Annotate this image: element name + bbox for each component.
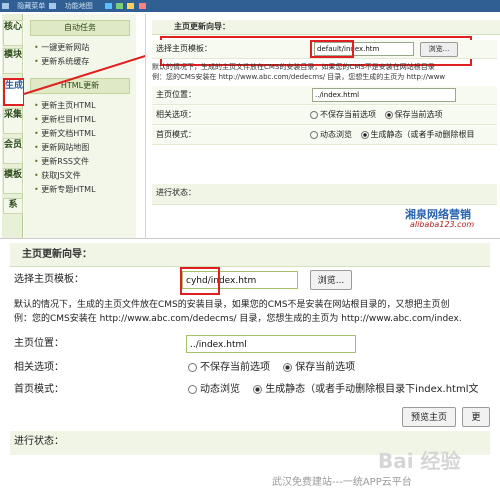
progress-label: 进行状态： [156, 188, 196, 197]
tab-member[interactable]: 会员 [3, 138, 23, 164]
menu-item-update-home[interactable]: 更新主页HTML [34, 100, 95, 111]
preview-home-button[interactable]: 预览主页 [402, 407, 456, 427]
menu-item[interactable]: 更新网站地图 [34, 142, 89, 153]
panel-title: 主页更新向导： [152, 20, 500, 35]
radio-no-save-label: 不保存当前选项 [200, 362, 270, 373]
tab-system[interactable]: 系 [3, 198, 23, 214]
hide-menu-link[interactable]: 隐藏菜单 [17, 2, 45, 10]
position-input[interactable]: ../index.html [312, 88, 456, 102]
radio-dynamic[interactable] [188, 384, 197, 394]
color-swatch-icon[interactable] [138, 3, 146, 9]
browse-button[interactable]: 浏览... [420, 42, 458, 57]
panel-title: 主页更新向导： [10, 243, 490, 267]
template-label: 选择主页模板： [156, 44, 212, 53]
radio-static[interactable] [253, 384, 263, 394]
update-home-button[interactable]: 更 [462, 407, 490, 427]
position-input[interactable]: ../index.html [186, 335, 356, 353]
radio-static-label: 生成静态（或者手动删除根目录下index.html文 [265, 384, 479, 395]
progress-label: 进行状态： [14, 436, 64, 447]
mode-label: 首页模式： [156, 130, 196, 139]
menu-item[interactable]: 更新文档HTML [34, 128, 95, 139]
menu-section-auto-task[interactable]: 自动任务 [30, 20, 130, 36]
highlight-box [310, 40, 354, 58]
radio-static[interactable] [360, 130, 369, 139]
color-swatch-icon[interactable] [104, 3, 112, 9]
vertical-tab-bar: 核心 模块 生成 采集 会员 模板 系 [2, 14, 25, 240]
baidu-watermark: Bai 经验 [378, 449, 461, 473]
options-row: 相关选项： 不保存当前选项 保存当前选项 [10, 357, 490, 379]
menu-item[interactable]: 更新专题HTML [34, 184, 95, 195]
position-label: 主页位置： [156, 90, 196, 99]
description-line: 默认的情况下，生成的主页文件放在CMS的安装目录，如果您的CMS不是安装在网站根… [152, 63, 435, 71]
tab-module[interactable]: 模块 [3, 48, 23, 74]
options-row: 相关选项： 不保存当前选项 保存当前选项 [152, 106, 497, 125]
template-row: 选择主页模板： cyhd/index.htm 浏览... [10, 269, 490, 291]
radio-save-label: 保存当前选项 [295, 362, 356, 373]
radio-save[interactable] [283, 362, 293, 372]
radio-dynamic-label: 动态浏览 [200, 384, 240, 395]
menu-item[interactable]: 获取JS文件 [34, 170, 80, 181]
radio-dynamic[interactable] [310, 130, 318, 139]
radio-no-save[interactable] [310, 110, 318, 119]
map-icon [49, 3, 57, 9]
progress-row: 进行状态： [152, 184, 497, 205]
top-toolbar: 隐藏菜单 功能地图 [0, 0, 500, 12]
mode-row: 首页模式： 动态浏览 生成静态（或者手动删除根目 [152, 126, 497, 145]
options-label: 相关选项： [14, 362, 64, 373]
radio-no-save-label: 不保存当前选项 [320, 110, 376, 119]
tab-core[interactable]: 核心 [3, 20, 23, 46]
highlight-box [180, 267, 220, 295]
position-label: 主页位置： [14, 338, 64, 349]
watermark-url: alibaba123.com [410, 220, 475, 229]
menu-icon [2, 3, 9, 9]
annotation-arrow-icon [23, 51, 160, 95]
template-label: 选择主页模板： [14, 274, 84, 285]
function-map-link[interactable]: 功能地图 [65, 2, 93, 10]
position-row: 主页位置： ../index.html [152, 86, 497, 105]
description-line: 默认的情况下，生成的主页文件放在CMS的安装目录，如果您的CMS不是安装在网站根… [14, 300, 450, 310]
color-swatch-icon[interactable] [127, 3, 135, 9]
radio-save-label: 保存当前选项 [394, 110, 443, 119]
options-label: 相关选项： [156, 110, 196, 119]
description-line: 例：您的CMS安装在 http://www.abc.com/dedecms/ 目… [152, 73, 446, 81]
radio-no-save[interactable] [188, 362, 197, 372]
tab-template[interactable]: 模板 [3, 168, 23, 194]
menu-item[interactable]: 更新RSS文件 [34, 156, 89, 167]
radio-static-label: 生成静态（或者手动删除根目 [370, 130, 475, 139]
mode-row: 首页模式： 动态浏览 生成静态（或者手动删除根目录下index.html文 [10, 379, 490, 401]
radio-dynamic-label: 动态浏览 [320, 130, 352, 139]
color-swatch-icon[interactable] [116, 3, 124, 9]
footer-caption: 武汉免费建站---一统APP云平台 [272, 477, 412, 488]
browse-button[interactable]: 浏览... [310, 270, 352, 290]
radio-save[interactable] [384, 110, 393, 119]
tab-collect[interactable]: 采集 [3, 108, 23, 134]
mode-label: 首页模式： [14, 384, 64, 395]
description-line: 例：您的CMS安装在 http://www.abc.com/dedecms/ 目… [14, 314, 462, 324]
position-row: 主页位置： ../index.html [10, 333, 490, 355]
home-update-panel-zoomed: 主页更新向导： 选择主页模板： cyhd/index.htm 浏览... 默认的… [0, 238, 500, 495]
menu-item[interactable]: 更新栏目HTML [34, 114, 95, 125]
